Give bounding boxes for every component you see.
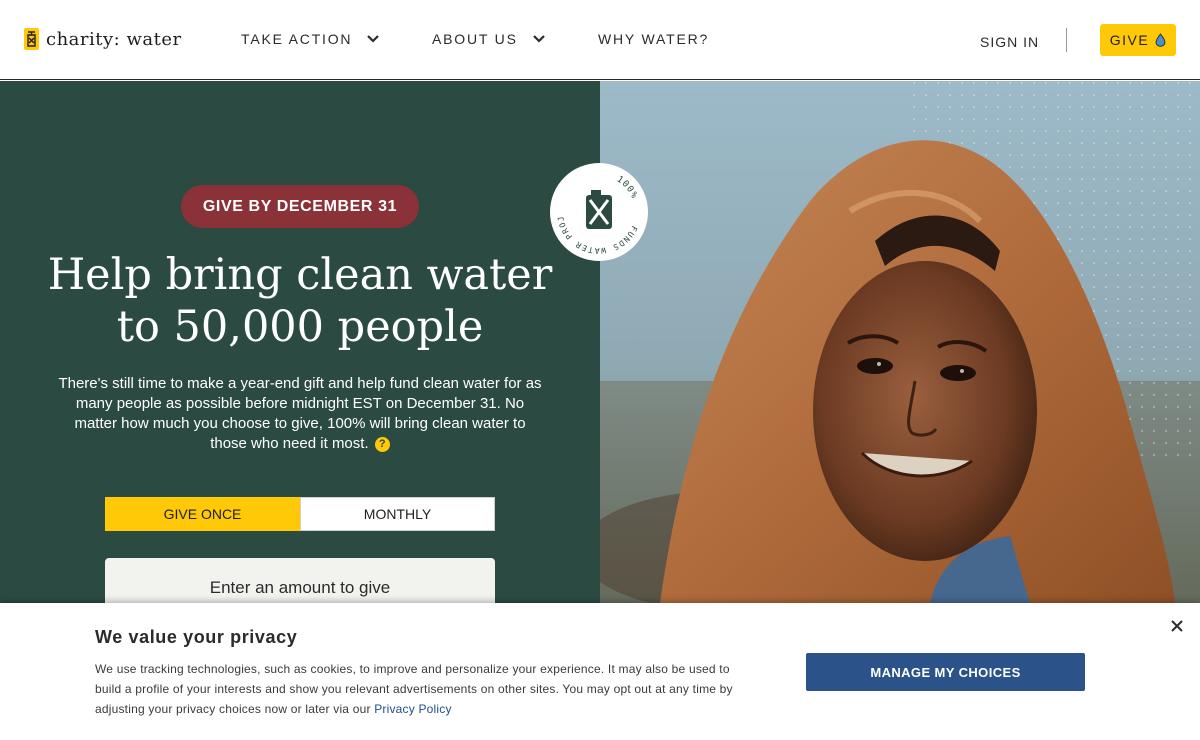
nav-about-us-label: ABOUT US [432,31,518,47]
nav-about-us[interactable]: ABOUT US [432,31,546,47]
logo-text: charity: water [46,28,182,50]
hero-subtext: There's still time to make a year-end gi… [55,374,545,454]
give-button[interactable]: GIVE [1100,24,1176,56]
monthly-tab[interactable]: MONTHLY [300,497,495,531]
chevron-down-icon [532,35,545,43]
charity-water-logo[interactable]: charity: water [24,28,182,50]
privacy-banner: We value your privacy We use tracking te… [0,603,1200,740]
give-once-tab[interactable]: GIVE ONCE [105,497,300,531]
hero-subtext-body: There's still time to make a year-end gi… [58,375,542,452]
privacy-title: We value your privacy [95,627,298,647]
frequency-toggle: GIVE ONCE MONTHLY [105,497,495,531]
nav-take-action-label: TAKE ACTION [241,31,353,47]
chevron-down-icon [367,35,380,43]
privacy-policy-link[interactable]: Privacy Policy [374,702,451,716]
help-circle-icon[interactable]: ? [374,437,390,452]
hero-panel: GIVE BY DECEMBER 31 Help bring clean wat… [0,81,600,618]
headline-line-2: to 50,000 people [116,302,484,352]
jerrycan-logo-icon [24,28,39,50]
funds-water-projects-seal: 100% FUNDS WATER PROJECTS [546,155,649,262]
header-divider [1066,28,1067,52]
nav-take-action[interactable]: TAKE ACTION [241,31,380,47]
headline-line-1: Help bring clean water [47,250,553,300]
give-button-label: GIVE [1109,32,1150,48]
nav-why-water-label: WHY WATER? [598,31,710,47]
sign-in-link[interactable]: SIGN IN [980,34,1039,50]
privacy-text: We use tracking technologies, such as co… [95,659,735,719]
site-header: charity: water TAKE ACTION ABOUT US WHY … [0,0,1200,80]
nav-why-water[interactable]: WHY WATER? [598,31,709,47]
girl-portrait-image [600,81,1200,603]
hero-photo [600,81,1200,603]
deadline-badge: GIVE BY DECEMBER 31 [181,185,419,228]
manage-choices-button[interactable]: MANAGE MY CHOICES [806,653,1085,691]
hero-headline: Help bring clean water to 50,000 people [30,249,570,353]
close-icon[interactable] [1170,619,1184,633]
water-drop-icon [1155,33,1166,47]
